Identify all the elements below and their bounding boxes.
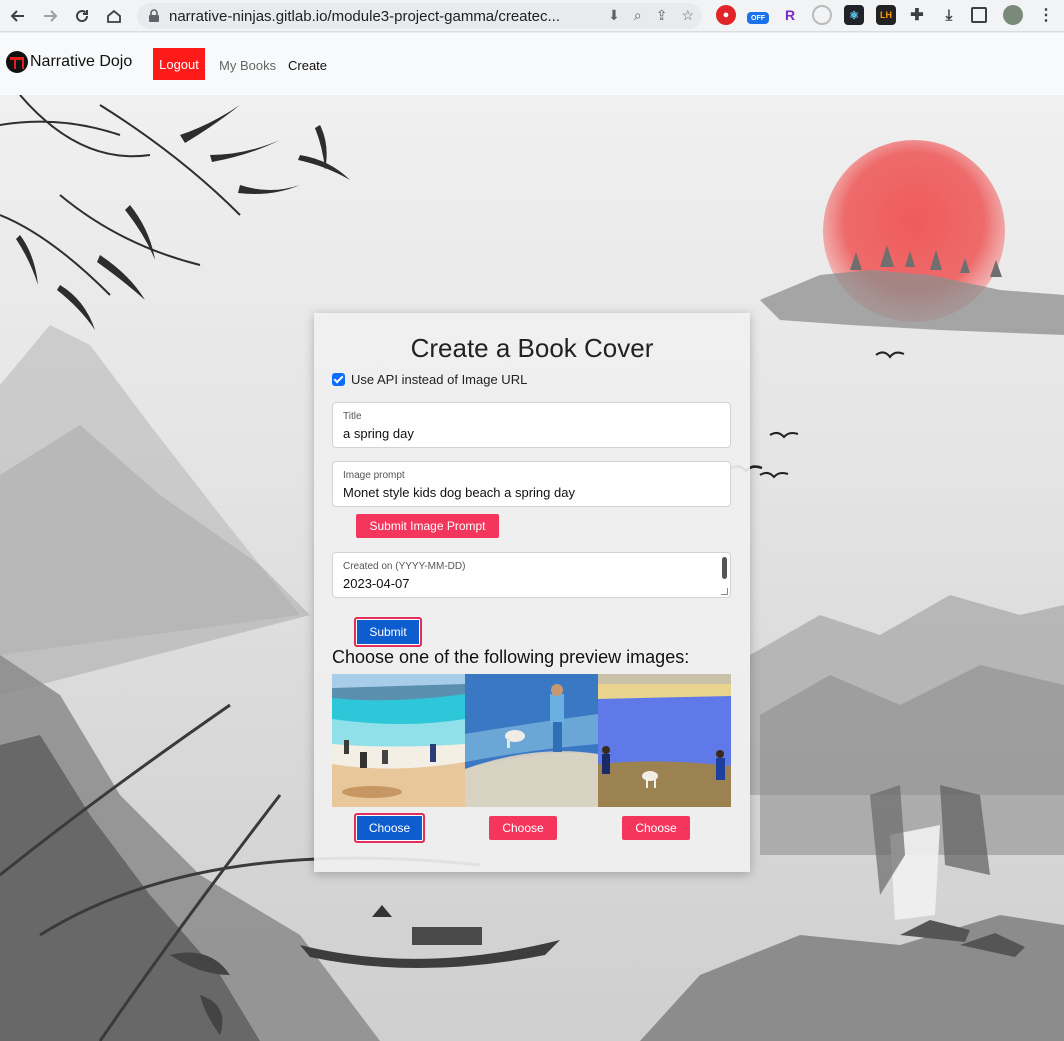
home-icon[interactable] xyxy=(98,0,130,32)
zoom-icon[interactable]: ⌕ xyxy=(634,7,642,24)
preview-image-2[interactable] xyxy=(465,674,598,807)
submit-button[interactable]: Submit xyxy=(354,617,422,647)
choose-preview-1-button[interactable]: Choose xyxy=(354,813,425,843)
forward-icon[interactable] xyxy=(34,0,66,32)
profile-avatar[interactable] xyxy=(1003,5,1023,25)
lighthouse-icon[interactable]: LH xyxy=(876,5,896,25)
use-api-label: Use API instead of Image URL xyxy=(351,372,528,387)
title-input[interactable]: a spring day xyxy=(343,426,414,441)
title-field[interactable]: Title a spring day xyxy=(332,402,731,448)
extension-off-icon[interactable]: OFF xyxy=(747,12,769,24)
react-devtools-icon[interactable]: ⚛ xyxy=(844,5,864,25)
brand-name: Narrative Dojo xyxy=(30,53,133,70)
lock-icon xyxy=(149,9,159,22)
install-icon[interactable]: ⬇ xyxy=(608,7,620,24)
bookmark-star-icon[interactable]: ☆ xyxy=(681,7,694,24)
adblock-extension-icon[interactable]: ● xyxy=(716,5,736,25)
created-on-input[interactable]: 2023-04-07 xyxy=(343,576,410,591)
created-on-field-label: Created on (YYYY-MM-DD) xyxy=(343,561,466,572)
preview-image-3[interactable] xyxy=(598,674,731,807)
reload-icon[interactable] xyxy=(66,0,98,32)
back-icon[interactable] xyxy=(2,0,34,32)
torii-logo-icon xyxy=(6,51,28,73)
page-title: Create a Book Cover xyxy=(410,333,654,363)
downloads-icon[interactable]: ⤓ xyxy=(939,5,959,25)
use-api-toggle[interactable]: Use API instead of Image URL xyxy=(332,372,527,387)
choose-preview-2-button[interactable]: Choose xyxy=(489,816,557,840)
share-icon[interactable]: ⇪ xyxy=(656,7,668,24)
url-text: narrative-ninjas.gitlab.io/module3-proje… xyxy=(169,7,561,25)
nav-link-create[interactable]: Create xyxy=(288,58,327,73)
preview-image-1[interactable] xyxy=(332,674,465,807)
nav-link-my-books[interactable]: My Books xyxy=(219,58,276,73)
choose-preview-3-button[interactable]: Choose xyxy=(622,816,690,840)
extension-r-icon[interactable]: R xyxy=(780,5,800,25)
image-prompt-field-label: Image prompt xyxy=(343,470,405,481)
app-navbar: Narrative Dojo Logout My Books Create xyxy=(0,33,1064,95)
menu-kebab-icon[interactable]: ⋮ xyxy=(1036,5,1056,25)
submit-image-prompt-button[interactable]: Submit Image Prompt xyxy=(356,514,499,538)
title-field-label: Title xyxy=(343,411,362,422)
logout-button[interactable]: Logout xyxy=(153,48,205,80)
image-prompt-field[interactable]: Image prompt Monet style kids dog beach … xyxy=(332,461,731,507)
brand[interactable]: Narrative Dojo xyxy=(6,51,132,73)
use-api-checkbox[interactable] xyxy=(332,373,345,386)
preview-heading: Choose one of the following preview imag… xyxy=(332,647,690,667)
image-prompt-input[interactable]: Monet style kids dog beach a spring day xyxy=(343,485,575,500)
address-bar[interactable]: narrative-ninjas.gitlab.io/module3-proje… xyxy=(137,3,702,29)
extensions-puzzle-icon[interactable]: ✚ xyxy=(907,5,927,25)
textarea-resize-handle[interactable] xyxy=(721,588,728,595)
created-on-field[interactable]: Created on (YYYY-MM-DD) 2023-04-07 xyxy=(332,552,731,598)
textarea-scrollbar[interactable] xyxy=(722,557,727,579)
create-book-cover-card: Create a Book Cover Use API instead of I… xyxy=(314,313,750,872)
extension-circle-icon[interactable] xyxy=(812,5,832,25)
browser-toolbar: narrative-ninjas.gitlab.io/module3-proje… xyxy=(0,0,1064,32)
side-panel-icon[interactable] xyxy=(971,7,987,23)
